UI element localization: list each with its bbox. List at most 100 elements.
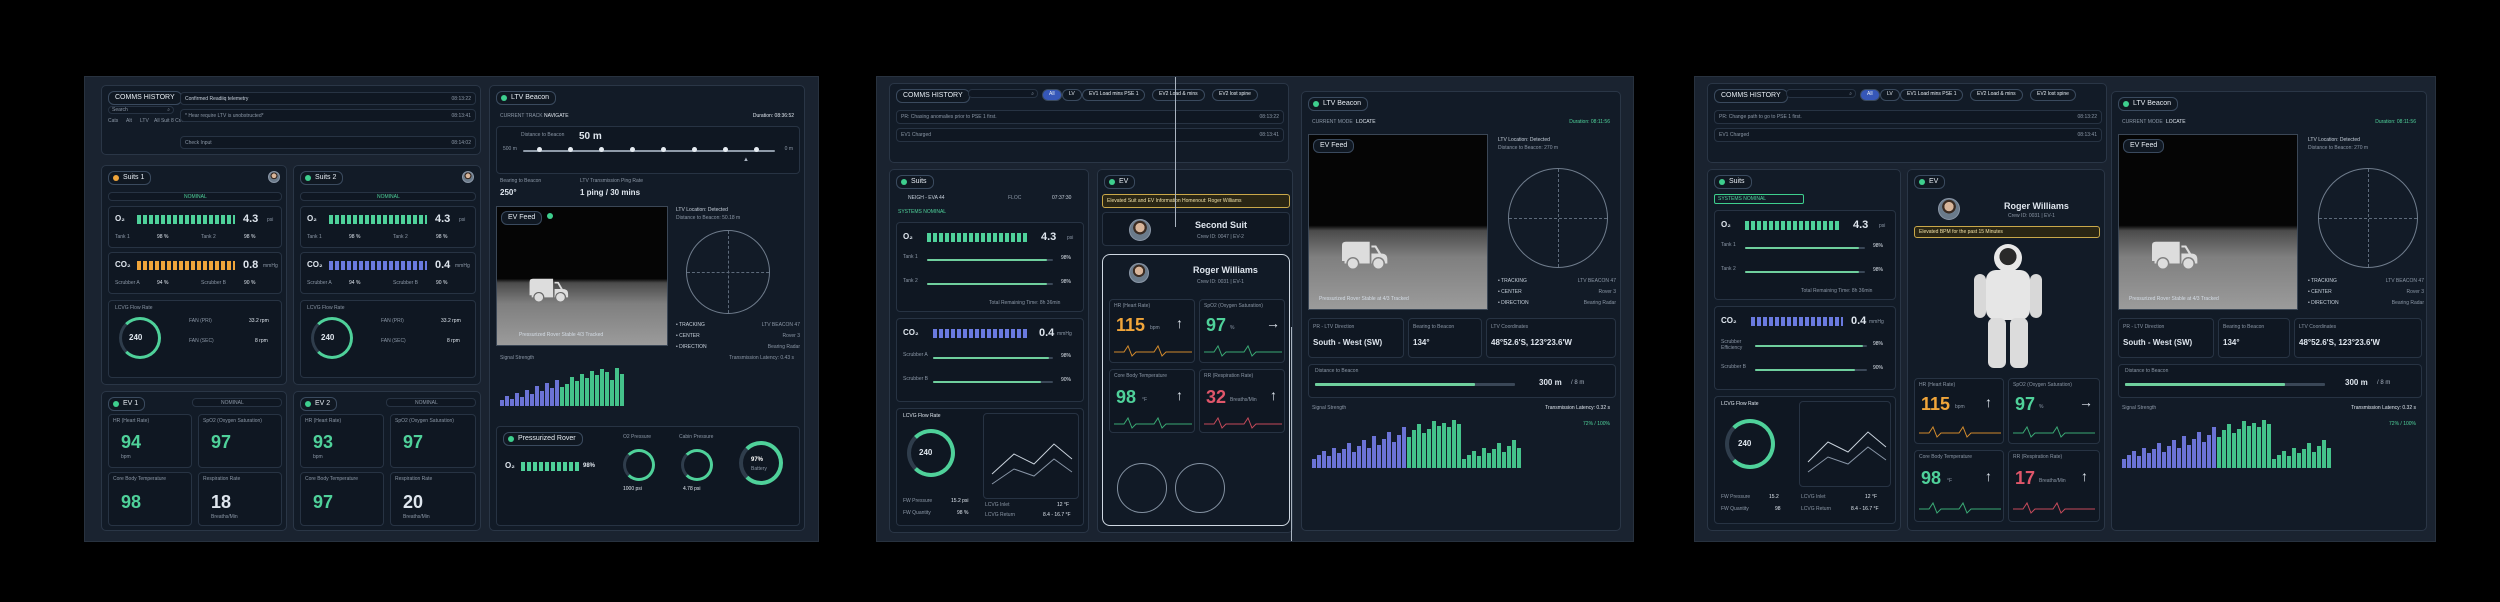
signal-bar	[2182, 436, 2186, 468]
signal-strength-chart	[500, 366, 624, 406]
feed-label: EV Feed	[1313, 139, 1355, 153]
suit1-panel: Suits 1 NOMINAL O₂ 4.3 psi Tank 1 98 % Tan…	[101, 165, 287, 385]
temp-card: Core Body Temperature 98	[108, 472, 192, 526]
filter-alt[interactable]: Alt	[126, 119, 132, 124]
signal-bar	[2307, 443, 2311, 468]
legend-label: • CENTER	[2308, 289, 2332, 295]
feed-label: EV Feed	[2123, 139, 2165, 153]
legend-row: • DIRECTION Bearing Radar	[1498, 300, 1616, 309]
message-row[interactable]: Confirmed Readiiq telemetry 08:13:22	[180, 92, 476, 105]
beacon-radar[interactable]	[686, 230, 770, 314]
signal-bar	[565, 384, 569, 406]
signal-bar	[595, 375, 599, 406]
signal-bar	[1317, 455, 1321, 468]
second-suit-card[interactable]: Second Suit Crew ID: 0047 | EV-2	[1102, 212, 1290, 246]
signal-bar	[1477, 456, 1481, 468]
resp-card: Respiration Rate 18 Breaths/Min	[198, 472, 282, 526]
distance-card: Distance to Beacon 300 m/ 8 m	[1308, 364, 1616, 398]
signal-bar	[2247, 426, 2251, 468]
legend-row: • DIRECTION Bearing Radar	[676, 344, 800, 353]
tank2-level	[927, 283, 1047, 285]
flow-card: LCVG Flow Rate 240 FW Pressure 15.2 FW Qu…	[1714, 396, 1896, 524]
ev1-status: NOMINAL	[192, 398, 282, 407]
mode-label: CURRENT TRACK	[500, 113, 543, 119]
spo2-card: SpO2 (Oxygen Saturation) 97% →	[1199, 299, 1285, 363]
signal-bar	[1467, 455, 1471, 468]
trend-right-icon: →	[2079, 394, 2093, 410]
o2-card: O₂ 4.3 psi Tank 1 98 % Tank 2 98 %	[108, 206, 282, 248]
message-row[interactable]: PR: Change path to go to PSE 1 first. 08:…	[1714, 110, 2102, 124]
suit-camera-left[interactable]	[1117, 463, 1167, 513]
signal-bar	[2227, 424, 2231, 468]
filter-all[interactable]: All	[1860, 89, 1880, 101]
message-row[interactable]: * Hear require LTV is unobstructed* 08:13…	[180, 109, 476, 122]
legend-value: Bearing Radar	[1583, 300, 1616, 306]
filter-ltv[interactable]: LTV	[140, 119, 149, 124]
filter-cats[interactable]: Cats	[108, 119, 118, 124]
signal-bar	[2187, 445, 2191, 468]
legend-label: • TRACKING	[1498, 278, 1527, 284]
spo2-card: SpO2 (Oxygen Saturation) 97	[390, 414, 476, 468]
message-row[interactable]: EV1 Charged 08:13:41	[896, 128, 1284, 142]
filter-ev1[interactable]: EV1 Load mins PSE 1	[1900, 89, 1964, 101]
legend-value: LTV BEACON 47	[761, 322, 800, 328]
signal-bar	[1392, 442, 1396, 468]
temp-waveform	[1114, 416, 1192, 429]
filter-ev1[interactable]: EV1 Load mins PSE 1	[1082, 89, 1146, 101]
hr-waveform	[1919, 425, 2001, 438]
ev-feed-camera: EV Feed ⛟ Pressurized Rover Stable at 4/…	[2118, 134, 2298, 310]
signal-bar	[2257, 427, 2261, 468]
co2-bar	[1751, 317, 1843, 326]
resp-card: Respiration Rate 20 Breaths/Min	[390, 472, 476, 526]
signal-bar	[1397, 435, 1401, 468]
filter-lv[interactable]: LV	[1062, 89, 1082, 101]
signal-bar	[1512, 440, 1516, 468]
o2-bar	[927, 233, 1027, 242]
beacon-radar[interactable]	[1508, 168, 1608, 268]
message-row[interactable]: PR: Chasing anomalies prior to PSE 1 fir…	[896, 110, 1284, 124]
signal-bar	[1497, 443, 1501, 468]
suits-title: Suits	[1714, 175, 1752, 189]
signal-bar	[1332, 448, 1336, 468]
filter-ev2[interactable]: EV2 Load & mins	[1152, 89, 1205, 101]
filter-ev2[interactable]: EV2 Load & mins	[1970, 89, 2023, 101]
bearing-card: Bearing to Beacon 134°	[1408, 318, 1482, 358]
coordinates-card: LTV Coordinates 48°52.6'S, 123°23.6'W	[1486, 318, 1616, 358]
selected-ev-card[interactable]: Roger Williams Crew ID: 0031 | EV-1 HR (…	[1102, 254, 1290, 526]
signal-bar	[525, 390, 529, 406]
filter-lv[interactable]: LV	[1880, 89, 1900, 101]
suit-camera-right[interactable]	[1175, 463, 1225, 513]
legend-label: • TRACKING	[676, 322, 705, 328]
signal-bar	[1407, 437, 1411, 468]
filter-all[interactable]: All	[1042, 89, 1062, 101]
o2-pressure-gauge	[623, 449, 655, 481]
filter-ev2-spine[interactable]: EV2 lost spine	[1212, 89, 1258, 101]
beacon-radar[interactable]	[2318, 168, 2418, 268]
rover-icon: ⛟	[2149, 233, 2200, 277]
comms-search[interactable]: ⌕	[968, 89, 1038, 98]
comms-search[interactable]: ⌕	[1786, 89, 1856, 98]
signal-bar	[2262, 420, 2266, 468]
ltv-beacon-panel: LTV Beacon CURRENT TRACK NAVIGATE Durati…	[489, 85, 805, 531]
signal-bar	[2147, 453, 2151, 468]
signal-bar	[570, 377, 574, 406]
scrubber-b-level	[933, 381, 1041, 383]
distance-tick	[599, 147, 604, 152]
trend-up-icon: ↑	[1176, 387, 1183, 403]
alert-banner[interactable]: Elevated BPM for the past 15 Minutes	[1914, 226, 2100, 238]
signal-bar	[2302, 449, 2306, 468]
o2-bar	[1745, 221, 1841, 230]
resp-card: RR (Respiration Rate) 17 Breaths/Min ↑	[2008, 450, 2100, 522]
signal-bar	[2232, 433, 2236, 468]
alert-banner[interactable]: Elevated Suit and EV Information Homenou…	[1102, 194, 1290, 208]
flow-card: LCVG Flow Rate 240 FAN (PRI) 33.2 rpm FAN…	[300, 300, 476, 378]
ltv-beacon-panel: LTV Beacon CURRENT MODE LOCATE Duration:…	[2111, 91, 2427, 531]
signal-bar	[1427, 429, 1431, 468]
message-input[interactable]: Check Input 08:14:02	[180, 136, 476, 149]
signal-bar	[520, 397, 524, 406]
filter-ev2-spine[interactable]: EV2 lost spine	[2030, 89, 2076, 101]
comms-search[interactable]: Search ⌕	[108, 106, 174, 114]
co2-bar	[137, 261, 235, 270]
signal-bar	[2267, 424, 2271, 468]
message-row[interactable]: EV1 Charged 08:13:41	[1714, 128, 2102, 142]
